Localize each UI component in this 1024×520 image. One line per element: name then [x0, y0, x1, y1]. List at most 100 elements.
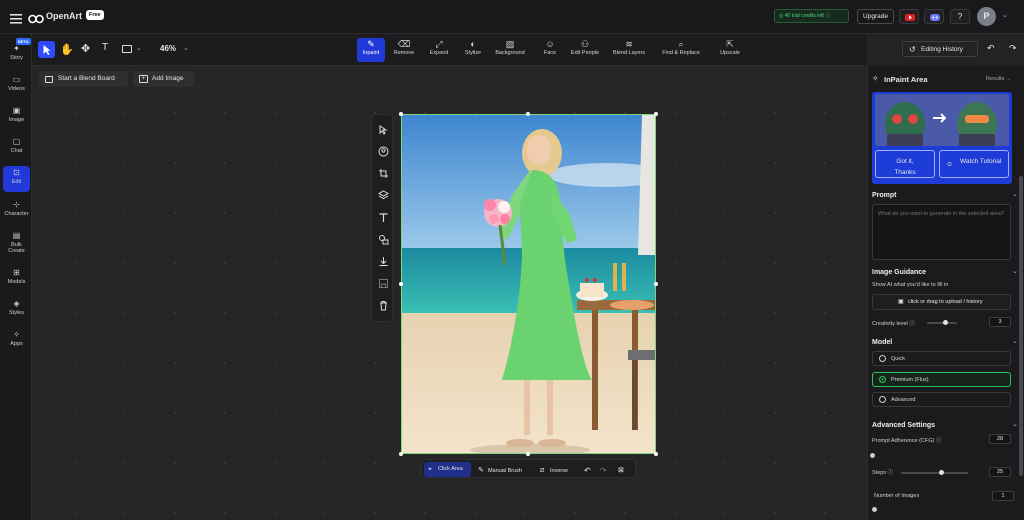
- chevron-down-icon[interactable]: ⌄: [1012, 420, 1018, 428]
- model-option-label: Premium (Flux): [891, 377, 929, 383]
- sidebar-item-label: Videos: [8, 86, 25, 92]
- cfg-value[interactable]: 28: [989, 434, 1011, 444]
- sidebar-item-styles[interactable]: ◈ Styles: [3, 297, 30, 323]
- panel-scrollbar[interactable]: [1019, 176, 1023, 476]
- plan-badge: Free: [86, 10, 104, 20]
- tool-label: Edit People: [570, 50, 600, 56]
- images-slider-handle[interactable]: [872, 507, 877, 512]
- shapes-icon[interactable]: [378, 234, 389, 245]
- sidebar-item-videos[interactable]: ▭ Videos: [3, 73, 30, 99]
- tool-stylize[interactable]: ◐ Stylize: [460, 38, 486, 62]
- edited-image[interactable]: [401, 114, 656, 454]
- magic-select-icon[interactable]: [378, 124, 389, 135]
- hand-tool-icon[interactable]: ✋: [60, 43, 74, 56]
- tool-edit-people[interactable]: ⚇ Edit People: [567, 38, 603, 62]
- select-tool-icon[interactable]: [38, 41, 55, 58]
- trash-icon[interactable]: [378, 300, 389, 311]
- editing-history-button[interactable]: ↺ Editing History: [902, 41, 978, 57]
- model-option-advanced[interactable]: Advanced: [872, 392, 1011, 407]
- manual-brush-button[interactable]: ✎ Manual Brush: [476, 465, 534, 477]
- crop-icon[interactable]: [378, 168, 389, 179]
- youtube-icon[interactable]: [899, 9, 919, 24]
- sidebar-item-apps[interactable]: ✧ Apps: [3, 328, 30, 354]
- tool-inpaint[interactable]: ✎ Inpaint: [357, 38, 385, 62]
- tool-blend-layers[interactable]: ≋ Blend Layers: [609, 38, 649, 62]
- text-tool-icon[interactable]: T: [102, 42, 108, 53]
- chevron-down-icon[interactable]: ⌄: [1012, 337, 1018, 345]
- undo-icon[interactable]: ↶: [987, 43, 995, 54]
- sidebar-item-story[interactable]: ✦ Story: [3, 42, 30, 68]
- avatar[interactable]: P: [977, 7, 996, 26]
- tool-remove[interactable]: ⌫ Remove: [390, 38, 418, 62]
- inverse-button[interactable]: ⧄ Inverse: [538, 465, 578, 477]
- chevron-down-icon[interactable]: ⌄: [136, 44, 142, 52]
- story-icon: ✦: [13, 44, 20, 53]
- sidebar-item-chat[interactable]: ▢ Chat: [3, 135, 30, 161]
- tool-find-replace[interactable]: ⌕ Find & Replace: [657, 38, 705, 62]
- credits-badge[interactable]: ◎ 40 trial credits left ⓘ: [774, 9, 849, 23]
- chevron-down-icon[interactable]: ⌄: [183, 44, 189, 52]
- clear-selection-icon[interactable]: ⊠: [618, 465, 624, 477]
- openart-logo-icon[interactable]: [28, 11, 44, 29]
- blend-board-button[interactable]: Start a Blend Board: [39, 71, 128, 87]
- sidebar-item-character[interactable]: ⊹ Character: [3, 198, 30, 224]
- click-area-button[interactable]: ⌖ Click Area: [424, 462, 471, 477]
- number-of-images-value[interactable]: 1: [992, 491, 1014, 501]
- add-image-button[interactable]: + Add Image: [133, 71, 194, 87]
- sidebar-item-bulk-create[interactable]: ▤ Bulk Create: [3, 229, 30, 259]
- sidebar-item-edit[interactable]: ⊡ Edit: [3, 166, 30, 192]
- promo-image: [875, 94, 1009, 146]
- steps-slider[interactable]: [901, 470, 968, 475]
- chevron-down-icon[interactable]: ⌄: [1012, 267, 1018, 275]
- redo-icon[interactable]: ↷: [600, 465, 607, 477]
- handle-bottom-right[interactable]: [654, 452, 658, 456]
- discord-icon[interactable]: [924, 9, 944, 24]
- handle-top-left[interactable]: [399, 112, 403, 116]
- handle-top[interactable]: [526, 112, 530, 116]
- app-name[interactable]: OpenArt: [46, 11, 82, 21]
- handle-top-right[interactable]: [654, 112, 658, 116]
- model-option-quick[interactable]: Quick: [872, 351, 1011, 366]
- handle-right[interactable]: [654, 282, 658, 286]
- text-icon[interactable]: [378, 212, 389, 223]
- image-toolbar-vertical: [371, 114, 393, 322]
- palette-icon: ◐: [470, 39, 476, 49]
- prompt-input[interactable]: [872, 204, 1011, 260]
- sidebar-item-image[interactable]: ▣ Image: [3, 104, 30, 130]
- tool-upscale[interactable]: ⇱ Upscale: [715, 38, 745, 62]
- inpaint-panel: ✧ InPaint Area Results → Got it, Thanks …: [867, 66, 1024, 520]
- tool-expand[interactable]: ⤢ Expand: [427, 38, 451, 62]
- results-link[interactable]: Results →: [986, 76, 1011, 82]
- cfg-slider-handle[interactable]: [870, 453, 875, 458]
- tool-label: Inpaint: [362, 50, 380, 56]
- sidebar-item-models[interactable]: ⊞ Models: [3, 266, 30, 292]
- menu-icon[interactable]: [10, 11, 22, 24]
- handle-left[interactable]: [399, 282, 403, 286]
- shape-tool-icon[interactable]: [122, 45, 132, 53]
- help-icon[interactable]: ?: [950, 9, 970, 24]
- tool-face[interactable]: ☺ Face: [541, 38, 559, 62]
- promo-card: Got it, Thanks ⊙ Watch Tutorial: [872, 92, 1012, 184]
- chevron-down-icon[interactable]: ⌄: [1012, 190, 1018, 198]
- steps-value[interactable]: 25: [989, 467, 1011, 477]
- redo-icon[interactable]: ↷: [1009, 43, 1017, 54]
- zoom-level[interactable]: 46%: [160, 44, 176, 53]
- undo-icon[interactable]: ↶: [584, 465, 591, 477]
- chevron-down-icon[interactable]: ⌄: [1002, 11, 1008, 19]
- move-tool-icon[interactable]: ✥: [81, 42, 90, 55]
- model-option-premium-flux-[interactable]: Premium (Flux): [872, 372, 1011, 387]
- watch-tutorial-button[interactable]: ⊙ Watch Tutorial: [939, 150, 1009, 178]
- save-icon[interactable]: [378, 278, 389, 289]
- layers-icon[interactable]: [378, 190, 389, 201]
- download-icon[interactable]: [378, 256, 389, 267]
- handle-bottom-left[interactable]: [399, 452, 403, 456]
- tool-background[interactable]: ▨ Background: [492, 38, 528, 62]
- upgrade-button[interactable]: Upgrade: [857, 9, 894, 24]
- handle-bottom[interactable]: [526, 452, 530, 456]
- creativity-slider[interactable]: [927, 320, 957, 325]
- face-icon: ☺: [545, 39, 555, 49]
- creativity-value[interactable]: 3: [989, 317, 1011, 327]
- face-select-icon[interactable]: [378, 146, 389, 157]
- upload-button[interactable]: ▣ click or drag to upload / history: [872, 294, 1011, 310]
- got-it-button[interactable]: Got it, Thanks: [875, 150, 935, 178]
